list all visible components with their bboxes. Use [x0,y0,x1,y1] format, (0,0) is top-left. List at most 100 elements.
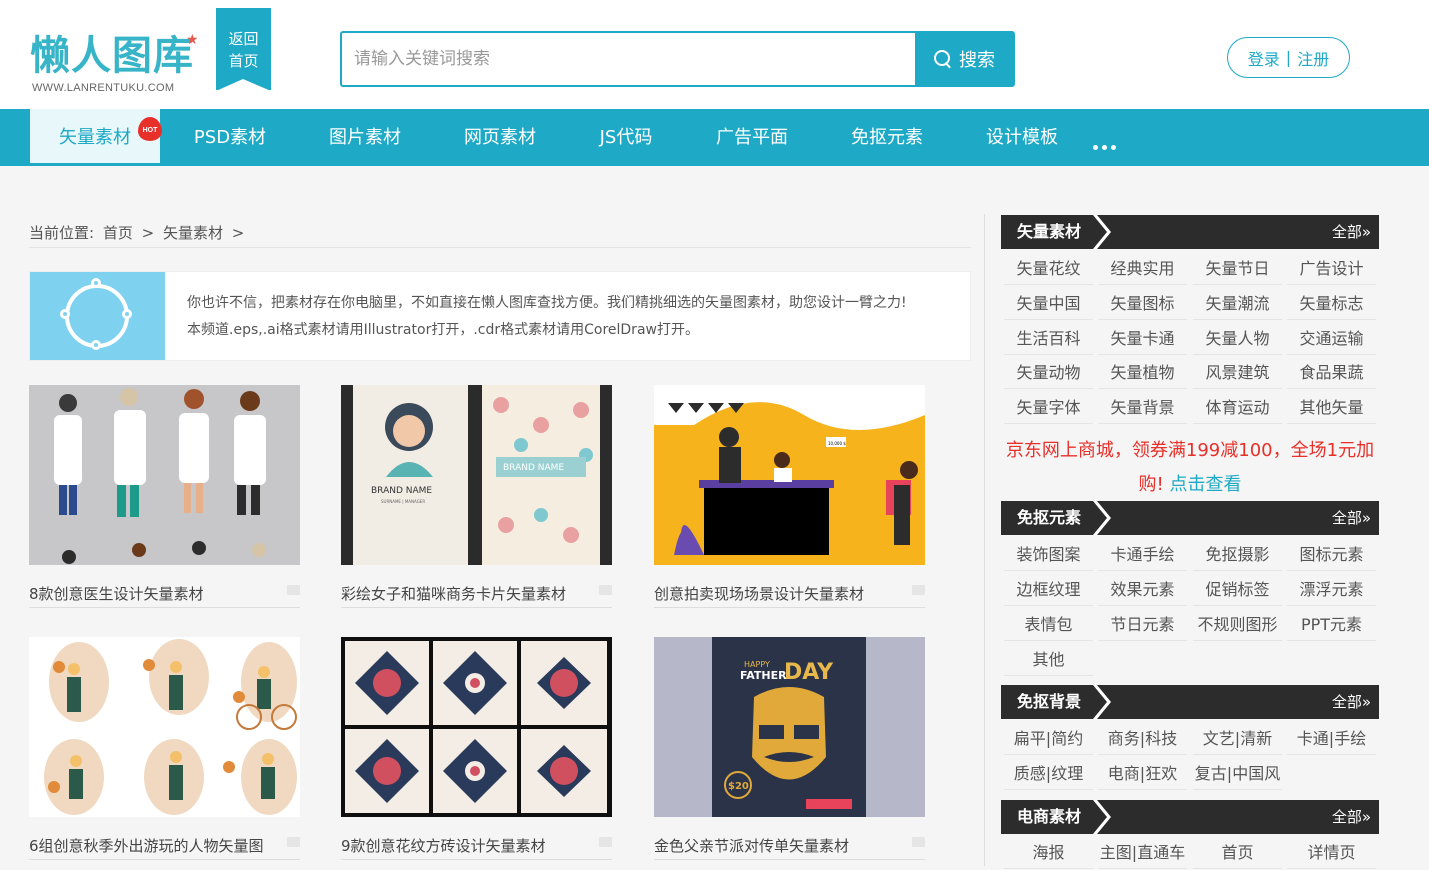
sidebar-title: 矢量素材 [1001,215,1097,249]
nav-item-ads[interactable]: 广告平面 [702,109,802,166]
nav-item-psd[interactable]: PSD素材 [180,109,280,166]
sidebar-link[interactable]: 矢量花纹 [1001,252,1096,286]
sidebar-link[interactable]: 食品果蔬 [1284,356,1379,390]
nav-item-images[interactable]: 图片素材 [315,109,415,166]
breadcrumb: 当前位置: 首页 > 矢量素材 > [29,222,971,248]
sidebar-link[interactable]: 扁平|简约 [1001,722,1096,756]
sidebar-link[interactable]: 商务|科技 [1095,722,1190,756]
sidebar-all-link[interactable]: 全部» [1332,215,1371,249]
sidebar-link[interactable]: 矢量动物 [1001,356,1096,390]
item-title[interactable]: 创意拍卖现场场景设计矢量素材 [654,583,925,608]
thumbnail-tiles[interactable] [341,637,612,817]
nav-item-cutout[interactable]: 免抠元素 [837,109,937,166]
thumbnail-doctors[interactable] [29,385,300,565]
sidebar-all-link[interactable]: 全部» [1332,501,1371,535]
grid-item-auction[interactable]: 10,000 $ 创意拍卖现场场景设计矢量素材 [654,385,925,608]
ad-link[interactable]: 点击查看 [1169,474,1241,495]
sidebar-link[interactable]: 复古|中国风 [1190,757,1285,791]
thumbnail-fathers-day[interactable]: HAPPY FATHER DAY $20 [654,637,925,817]
item-title[interactable]: 彩绘女子和猫咪商务卡片矢量素材 [341,583,612,608]
sidebar-link[interactable]: 其他矢量 [1284,391,1379,425]
folder-icon [912,837,925,847]
item-title-text: 9款创意花纹方砖设计矢量素材 [341,837,546,855]
sidebar-link[interactable]: 表情包 [1001,608,1096,642]
sidebar-link[interactable]: 质感|纹理 [1001,757,1096,791]
sidebar-all-link[interactable]: 全部» [1332,800,1371,834]
item-title[interactable]: 6组创意秋季外出游玩的人物矢量图 [29,835,300,860]
sidebar-link[interactable]: 首页 [1190,836,1285,870]
thumbnail-business-card[interactable]: BRAND NAME SURNAME | MANAGER BRAND NAME [341,385,612,565]
search-input[interactable] [342,33,917,85]
grid-item-doctors[interactable]: 8款创意医生设计矢量素材 [29,385,300,608]
site-logo[interactable]: 懒人图库 ★ WWW.LANRENTUKU.COM [30,30,200,100]
sidebar-ad[interactable]: 京东网上商城，领券满199减100，全场1元加购! 点击查看 [1001,434,1379,502]
sidebar-link[interactable]: 免抠摄影 [1190,538,1285,572]
sidebar-link[interactable]: 装饰图案 [1001,538,1096,572]
sidebar-link[interactable]: 边框纹理 [1001,573,1096,607]
sidebar-link[interactable]: 矢量节日 [1190,252,1285,286]
search-icon [933,49,953,69]
login-link[interactable]: 登录 [1248,46,1280,70]
back-home-button[interactable]: 返回 首页 [216,8,271,91]
sidebar-link[interactable]: 文艺|清新 [1190,722,1285,756]
search-button[interactable]: 搜索 [915,33,1013,85]
sidebar-link[interactable]: 交通运输 [1284,322,1379,356]
breadcrumb-current[interactable]: 矢量素材 [163,224,223,242]
search-button-label: 搜索 [959,50,995,71]
grid-item-autumn[interactable]: 6组创意秋季外出游玩的人物矢量图 [29,637,300,860]
item-title-text: 彩绘女子和猫咪商务卡片矢量素材 [341,585,567,603]
breadcrumb-home[interactable]: 首页 [103,224,133,242]
sidebar-link[interactable]: 详情页 [1284,836,1379,870]
sidebar-link[interactable]: PPT元素 [1284,608,1379,642]
grid-item-tiles[interactable]: 9款创意花纹方砖设计矢量素材 [341,637,612,860]
sidebar-link[interactable]: 矢量图标 [1095,287,1190,321]
grid-item-fathers-day[interactable]: HAPPY FATHER DAY $20 金色父亲节派对传单矢量素材 [654,637,925,860]
sidebar-link[interactable]: 漂浮元素 [1284,573,1379,607]
item-title[interactable]: 8款创意医生设计矢量素材 [29,583,300,608]
sidebar-link[interactable]: 体育运动 [1190,391,1285,425]
sidebar-link[interactable]: 其他 [1001,643,1096,677]
sidebar-all-link[interactable]: 全部» [1332,685,1371,719]
nav-item-templates[interactable]: 设计模板 [972,109,1072,166]
day-text: DAY [784,660,834,685]
sidebar-link[interactable]: 风景建筑 [1190,356,1285,390]
sidebar-link[interactable]: 矢量标志 [1284,287,1379,321]
brand-name-text: BRAND NAME [371,486,432,496]
item-title[interactable]: 9款创意花纹方砖设计矢量素材 [341,835,612,860]
sidebar-link[interactable]: 矢量人物 [1190,322,1285,356]
sidebar-link[interactable]: 矢量植物 [1095,356,1190,390]
sidebar-link[interactable]: 促销标签 [1190,573,1285,607]
arrow-icon [1093,685,1111,719]
thumbnail-auction[interactable]: 10,000 $ [654,385,925,565]
sidebar-link[interactable]: 海报 [1001,836,1096,870]
more-icon[interactable] [1093,135,1121,150]
sidebar-link[interactable]: 矢量背景 [1095,391,1190,425]
nav-item-vector[interactable]: 矢量素材 HOT [30,109,162,166]
sidebar-link[interactable]: 图标元素 [1284,538,1379,572]
item-title[interactable]: 金色父亲节派对传单矢量素材 [654,835,925,860]
sidebar-link[interactable]: 矢量卡通 [1095,322,1190,356]
login-register-button[interactable]: 登录 | 注册 [1227,37,1350,78]
nav-item-web[interactable]: 网页素材 [450,109,550,166]
sidebar-link[interactable]: 生活百科 [1001,322,1096,356]
sidebar-link[interactable]: 节日元素 [1095,608,1190,642]
nav-item-js[interactable]: JS代码 [576,109,676,166]
grid-item-business-card[interactable]: BRAND NAME SURNAME | MANAGER BRAND NAME … [341,385,612,608]
back-home-line1: 返回 [228,30,259,48]
sidebar-divider [984,214,985,866]
sidebar-header-vector: 矢量素材 全部» [1001,215,1379,249]
sidebar-link[interactable]: 矢量字体 [1001,391,1096,425]
thumbnail-autumn[interactable] [29,637,300,817]
sidebar-link[interactable]: 效果元素 [1095,573,1190,607]
sidebar-link[interactable]: 卡通|手绘 [1284,722,1379,756]
sidebar-link[interactable]: 卡通手绘 [1095,538,1190,572]
sidebar-link[interactable]: 不规则图形 [1190,608,1285,642]
sidebar-link[interactable]: 主图|直通车 [1095,836,1190,870]
sidebar-link[interactable]: 矢量中国 [1001,287,1096,321]
sidebar-header-cutout: 免抠元素 全部» [1001,501,1379,535]
sidebar-link[interactable]: 广告设计 [1284,252,1379,286]
sidebar-link[interactable]: 矢量潮流 [1190,287,1285,321]
sidebar-link[interactable]: 经典实用 [1095,252,1190,286]
sidebar-link[interactable]: 电商|狂欢 [1095,757,1190,791]
register-link[interactable]: 注册 [1297,46,1329,70]
